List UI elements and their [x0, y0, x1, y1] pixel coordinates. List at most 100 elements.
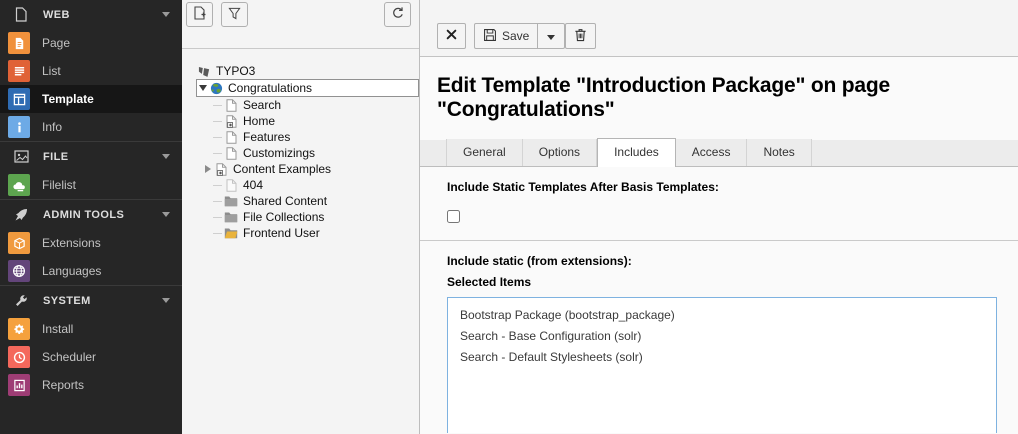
page-icon	[223, 130, 239, 144]
tree-node-label: 404	[243, 178, 263, 192]
page-title: Edit Template "Introduction Package" on …	[437, 74, 1018, 122]
doc-body: Edit Template "Introduction Package" on …	[420, 57, 1018, 433]
tab-bar: General Options Includes Access Notes	[420, 140, 1018, 167]
section-include-static: Include static (from extensions): Select…	[420, 241, 1018, 433]
image-icon	[13, 149, 29, 165]
template-module-icon	[8, 88, 30, 110]
document-icon	[13, 7, 29, 23]
tree-node-frontend-user[interactable]: Frontend User	[196, 225, 419, 241]
tree-node-404[interactable]: 404	[196, 177, 419, 193]
sidebar-item-label: Filelist	[42, 178, 76, 192]
menu-section-web: WEB Page List Template Info	[0, 0, 182, 141]
sidebar-item-extensions[interactable]: Extensions	[0, 229, 182, 257]
expand-arrow-icon[interactable]	[202, 165, 213, 173]
tree-node-label: Shared Content	[243, 194, 327, 208]
sidebar-item-label: List	[42, 64, 61, 78]
save-button[interactable]: Save	[474, 23, 538, 49]
wrench-icon	[13, 293, 29, 309]
tree-node-label: Features	[243, 130, 290, 144]
template-module: Save Edit Template "Introduction Package…	[420, 0, 1018, 434]
filter-button[interactable]	[221, 2, 248, 27]
static-after-basis-checkbox[interactable]	[447, 210, 460, 223]
new-page-button[interactable]	[186, 2, 213, 27]
sidebar-item-languages[interactable]: Languages	[0, 257, 182, 285]
refresh-icon	[391, 6, 405, 23]
refresh-button[interactable]	[384, 2, 411, 27]
save-options-button[interactable]	[538, 23, 565, 49]
trash-icon	[574, 28, 587, 45]
info-module-icon	[8, 116, 30, 138]
tab-general[interactable]: General	[446, 139, 523, 166]
field-label: Include Static Templates After Basis Tem…	[447, 180, 1018, 194]
tree-node-label: Home	[243, 114, 275, 128]
sidebar-item-label: Reports	[42, 378, 84, 392]
tree-node-features[interactable]: Features	[196, 129, 419, 145]
tree-node-label: Content Examples	[233, 162, 331, 176]
menu-header-file[interactable]: FILE	[0, 142, 182, 171]
sidebar-item-label: Languages	[42, 264, 101, 278]
page-tree-panel: TYPO3 Congratulations Search Home	[182, 0, 420, 434]
sidebar-item-install[interactable]: Install	[0, 315, 182, 343]
sidebar-item-info[interactable]: Info	[0, 113, 182, 141]
sidebar-item-label: Install	[42, 322, 73, 336]
sidebar-item-label: Info	[42, 120, 62, 134]
collapse-arrow-icon[interactable]	[197, 85, 208, 91]
doc-header-toolbar: Save	[420, 0, 1018, 57]
floppy-icon	[483, 28, 502, 45]
selected-items-label: Selected Items	[447, 275, 1018, 289]
sidebar-item-label: Scheduler	[42, 350, 96, 364]
tab-options[interactable]: Options	[523, 139, 597, 166]
typo3-logo-icon	[196, 64, 212, 78]
sidebar-item-reports[interactable]: Reports	[0, 371, 182, 399]
tree-node-label: Frontend User	[243, 226, 320, 240]
shortcut-page-icon	[223, 114, 239, 128]
tree-node-file-collections[interactable]: File Collections	[196, 209, 419, 225]
close-button[interactable]	[437, 23, 466, 49]
menu-header-admin-tools[interactable]: ADMIN TOOLS	[0, 200, 182, 229]
tree-node-label: TYPO3	[216, 64, 255, 78]
sidebar-item-filelist[interactable]: Filelist	[0, 171, 182, 199]
tree-node-shared-content[interactable]: Shared Content	[196, 193, 419, 209]
selected-items-listbox[interactable]: Bootstrap Package (bootstrap_package) Se…	[447, 297, 997, 433]
caret-down-icon	[547, 29, 555, 43]
tree-node-congratulations[interactable]: Congratulations	[196, 79, 419, 97]
menu-section-system: SYSTEM Install Scheduler Reports	[0, 285, 182, 399]
delete-button[interactable]	[565, 23, 596, 49]
tree-node-label: Search	[243, 98, 281, 112]
sidebar-item-label: Page	[42, 36, 70, 50]
sidebar-item-scheduler[interactable]: Scheduler	[0, 343, 182, 371]
page-tree-toolbar	[182, 0, 419, 49]
save-split-button: Save	[474, 23, 565, 49]
chevron-down-icon	[162, 154, 170, 159]
tab-notes[interactable]: Notes	[747, 139, 811, 166]
menu-section-admin-tools: ADMIN TOOLS Extensions Languages	[0, 199, 182, 285]
list-item[interactable]: Search - Base Configuration (solr)	[460, 326, 984, 347]
tree-node-customizings[interactable]: Customizings	[196, 145, 419, 161]
filter-icon	[228, 7, 241, 23]
tree-node-root[interactable]: TYPO3	[196, 63, 419, 79]
menu-header-web[interactable]: WEB	[0, 0, 182, 29]
sidebar-item-template[interactable]: Template	[0, 85, 182, 113]
save-button-label: Save	[502, 29, 529, 43]
list-module-icon	[8, 60, 30, 82]
menu-header-system[interactable]: SYSTEM	[0, 286, 182, 315]
sidebar-item-list[interactable]: List	[0, 57, 182, 85]
list-item[interactable]: Bootstrap Package (bootstrap_package)	[460, 305, 984, 326]
tree-node-search[interactable]: Search	[196, 97, 419, 113]
report-chart-icon	[8, 374, 30, 396]
menu-header-label: ADMIN TOOLS	[43, 209, 124, 221]
tab-includes[interactable]: Includes	[597, 138, 676, 167]
new-page-icon	[193, 6, 207, 23]
menu-header-label: FILE	[43, 151, 68, 163]
tree-node-label: Customizings	[243, 146, 315, 160]
sidebar-item-page[interactable]: Page	[0, 29, 182, 57]
user-folder-icon	[223, 226, 239, 240]
menu-section-file: FILE Filelist	[0, 141, 182, 199]
tree-node-content-examples[interactable]: Content Examples	[196, 161, 419, 177]
clock-icon	[8, 346, 30, 368]
menu-header-label: SYSTEM	[43, 295, 91, 307]
tab-access[interactable]: Access	[676, 139, 748, 166]
tree-node-home[interactable]: Home	[196, 113, 419, 129]
list-item[interactable]: Search - Default Stylesheets (solr)	[460, 347, 984, 368]
page-icon	[223, 98, 239, 112]
